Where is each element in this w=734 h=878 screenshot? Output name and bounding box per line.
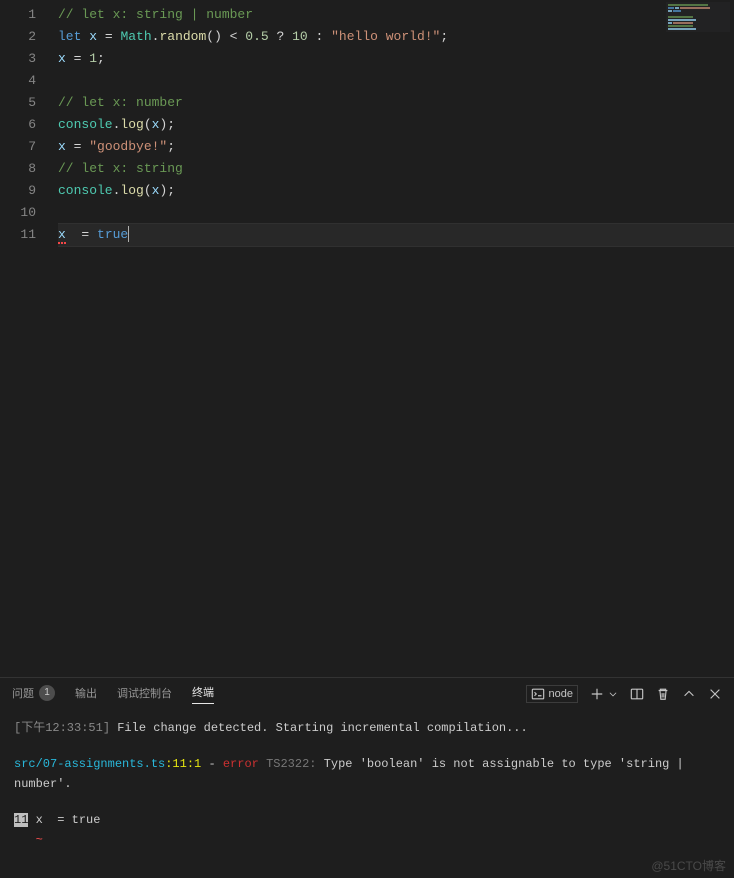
bottom-panel: 问题 1 输出 调试控制台 终端 node bbox=[0, 677, 734, 878]
code-line[interactable]: x = 1; bbox=[58, 48, 734, 70]
terminal-error-line: src/07-assignments.ts:11:1 - error TS232… bbox=[14, 754, 720, 794]
new-terminal-button[interactable] bbox=[590, 687, 618, 701]
tab-label: 问题 bbox=[12, 685, 34, 701]
terminal-profile-dropdown[interactable]: node bbox=[526, 685, 578, 703]
watermark: @51CTO博客 bbox=[651, 857, 726, 874]
close-icon bbox=[708, 687, 722, 701]
line-number: 11 bbox=[0, 224, 58, 246]
line-number: 4 bbox=[0, 70, 58, 92]
line-number: 1 bbox=[0, 4, 58, 26]
tab-label: 终端 bbox=[192, 684, 214, 700]
line-number: 10 bbox=[0, 202, 58, 224]
code-content[interactable]: // let x: string | numberlet x = Math.ra… bbox=[58, 0, 734, 677]
code-line[interactable]: console.log(x); bbox=[58, 180, 734, 202]
error-squiggle: x bbox=[58, 227, 66, 244]
line-number: 2 bbox=[0, 26, 58, 48]
line-gutter: 1234567891011 bbox=[0, 0, 58, 677]
tab-debug-console[interactable]: 调试控制台 bbox=[117, 685, 172, 704]
problems-badge: 1 bbox=[39, 685, 55, 701]
code-line[interactable]: x = "goodbye!"; bbox=[58, 136, 734, 158]
code-line[interactable]: // let x: number bbox=[58, 92, 734, 114]
maximize-panel-button[interactable] bbox=[682, 687, 696, 701]
terminal-context-line: 11 x = true bbox=[14, 810, 720, 830]
line-number: 8 bbox=[0, 158, 58, 180]
panel-actions: node bbox=[526, 685, 722, 703]
line-number: 3 bbox=[0, 48, 58, 70]
line-number: 7 bbox=[0, 136, 58, 158]
terminal-output[interactable]: [下午12:33:51] File change detected. Start… bbox=[0, 710, 734, 878]
code-line[interactable]: // let x: string | number bbox=[58, 4, 734, 26]
minimap[interactable] bbox=[666, 2, 730, 32]
tab-output[interactable]: 输出 bbox=[75, 685, 97, 704]
terminal-marker-line: ~ bbox=[14, 830, 720, 850]
plus-icon bbox=[590, 687, 604, 701]
chevron-down-icon bbox=[608, 687, 618, 701]
line-number: 9 bbox=[0, 180, 58, 202]
tab-label: 输出 bbox=[75, 685, 97, 701]
split-terminal-button[interactable] bbox=[630, 687, 644, 701]
terminal-icon bbox=[531, 687, 545, 701]
code-line[interactable]: let x = Math.random() < 0.5 ? 10 : "hell… bbox=[58, 26, 734, 48]
tab-problems[interactable]: 问题 1 bbox=[12, 685, 55, 704]
line-number: 6 bbox=[0, 114, 58, 136]
chevron-up-icon bbox=[682, 687, 696, 701]
line-number: 5 bbox=[0, 92, 58, 114]
code-editor[interactable]: 1234567891011 // let x: string | numberl… bbox=[0, 0, 734, 677]
code-line[interactable] bbox=[58, 70, 734, 92]
panel-tabs: 问题 1 输出 调试控制台 终端 node bbox=[0, 678, 734, 710]
node-label: node bbox=[549, 688, 573, 700]
code-line[interactable] bbox=[58, 202, 734, 224]
tab-label: 调试控制台 bbox=[117, 685, 172, 701]
tab-terminal[interactable]: 终端 bbox=[192, 684, 214, 704]
close-panel-button[interactable] bbox=[708, 687, 722, 701]
code-line[interactable]: x = true bbox=[58, 223, 734, 247]
code-line[interactable]: console.log(x); bbox=[58, 114, 734, 136]
trash-icon bbox=[656, 687, 670, 701]
code-line[interactable]: // let x: string bbox=[58, 158, 734, 180]
text-cursor bbox=[128, 226, 129, 242]
terminal-line: [下午12:33:51] File change detected. Start… bbox=[14, 718, 720, 738]
split-icon bbox=[630, 687, 644, 701]
kill-terminal-button[interactable] bbox=[656, 687, 670, 701]
